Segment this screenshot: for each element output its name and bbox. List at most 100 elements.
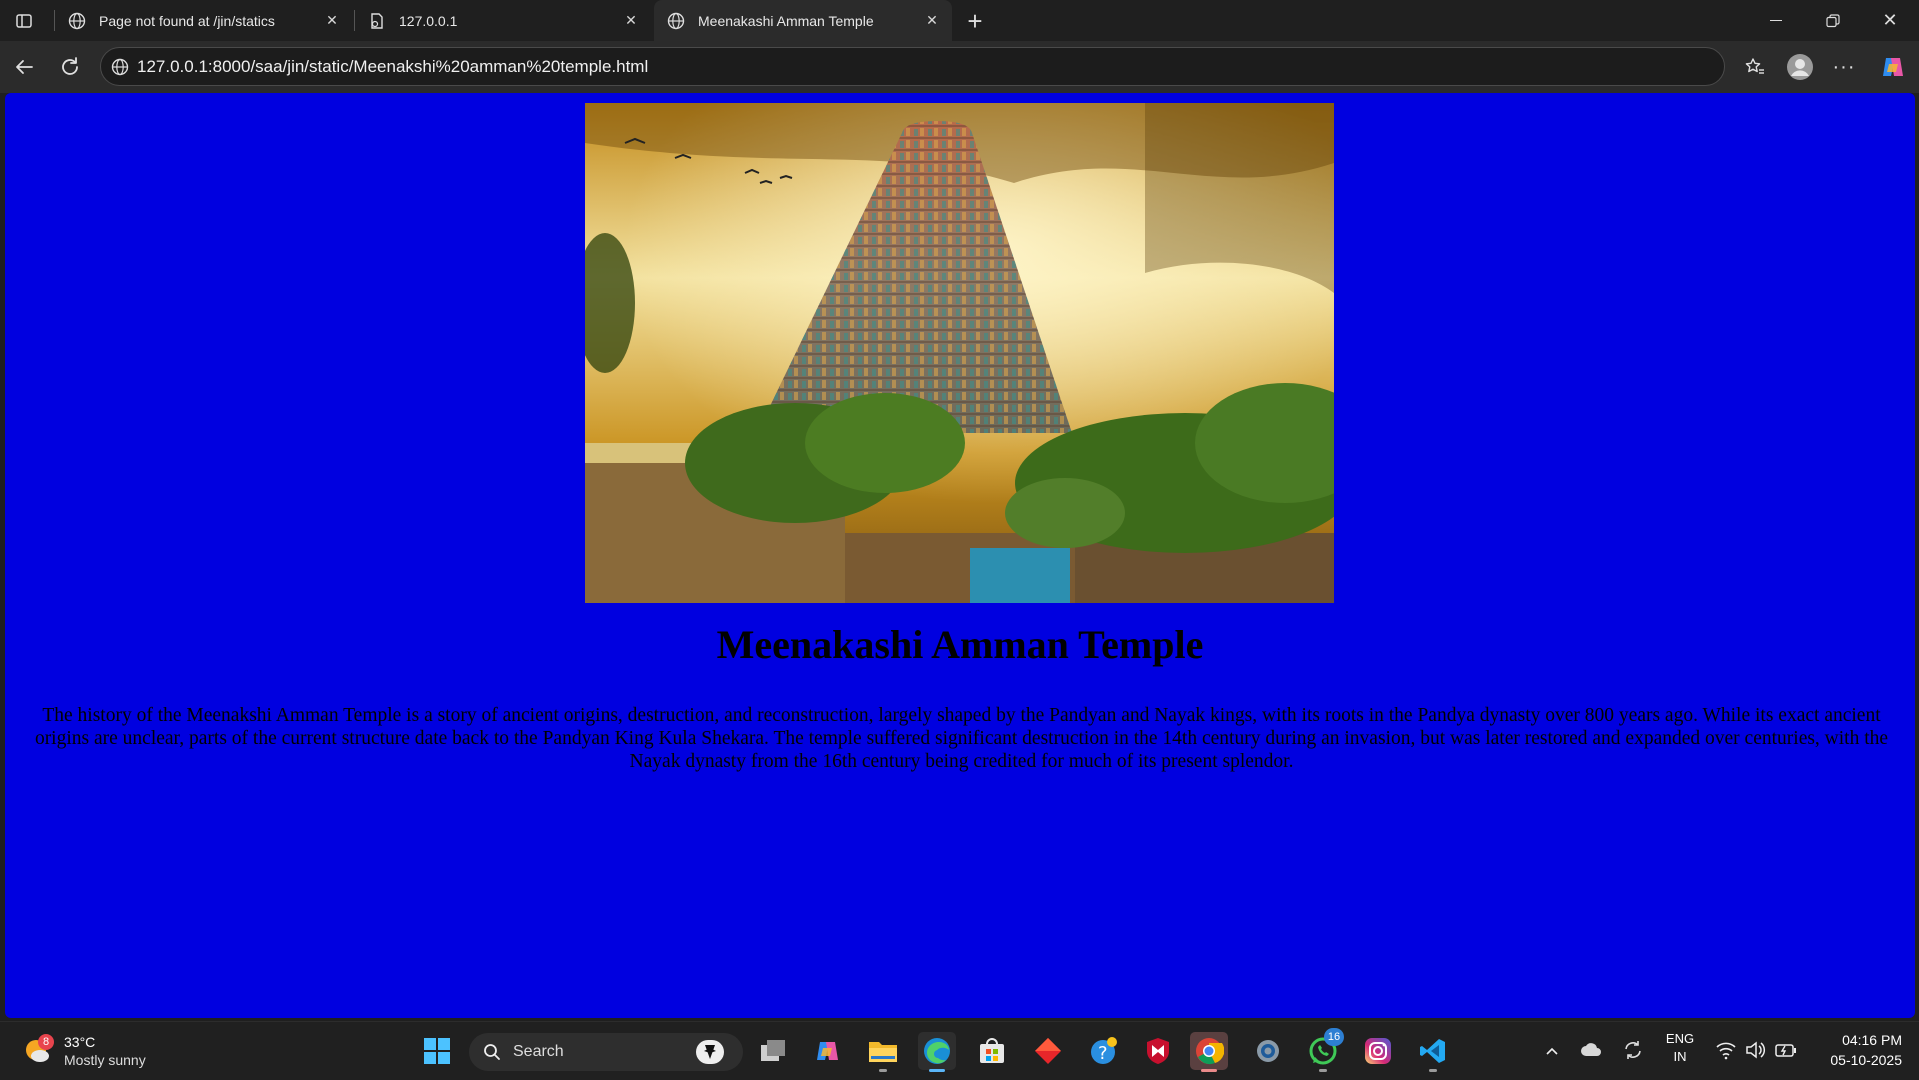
instagram-icon (1365, 1038, 1391, 1064)
copilot-app-button[interactable] (809, 1032, 847, 1070)
document-icon (367, 11, 387, 31)
globe-icon (67, 11, 87, 31)
back-arrow-icon (16, 60, 33, 74)
favorites-button[interactable] (1737, 49, 1773, 85)
close-window-button[interactable]: ✕ (1862, 0, 1918, 41)
tab-actions-icon (16, 14, 32, 28)
weather-badge: 8 (38, 1034, 54, 1050)
favorites-star-icon (1745, 58, 1764, 74)
cloud-icon (1581, 1043, 1601, 1056)
language-indicator[interactable]: ENG IN (1662, 1030, 1698, 1066)
tab-title: Meenakashi Amman Temple (698, 12, 874, 29)
language-region: IN (1673, 1049, 1687, 1064)
copilot-button[interactable] (1875, 49, 1911, 85)
running-indicator (929, 1069, 945, 1072)
new-tab-button[interactable]: + (958, 4, 992, 38)
store-icon (980, 1038, 1004, 1063)
avatar-icon (1787, 54, 1813, 80)
vscode-button[interactable] (1414, 1032, 1452, 1072)
settings-more-button[interactable]: ··· (1826, 49, 1862, 85)
close-icon[interactable]: ✕ (318, 7, 346, 35)
running-indicator (1319, 1069, 1327, 1072)
restore-button[interactable] (1805, 0, 1861, 41)
page-title: Meenakashi Amman Temple (716, 622, 1204, 667)
minimize-button[interactable] (1748, 0, 1804, 41)
weather-condition: Mostly sunny (64, 1052, 146, 1068)
back-button[interactable] (6, 49, 42, 85)
chrome-icon (1196, 1038, 1224, 1065)
tab-title: Page not found at /jin/statics (99, 12, 275, 29)
address-bar[interactable]: 127.0.0.1:8000/saa/jin/static/Meenakshi%… (100, 47, 1725, 86)
edge-button[interactable] (918, 1032, 956, 1072)
sync-tray-icon[interactable] (1622, 1039, 1644, 1066)
tab-actions-button[interactable] (8, 6, 40, 36)
search-highlight-icon (696, 1040, 724, 1064)
minimize-icon (1770, 20, 1782, 21)
plus-icon: + (967, 5, 983, 36)
file-explorer-button[interactable] (864, 1032, 902, 1072)
search-icon (484, 1044, 500, 1060)
tab-strip: Page not found at /jin/statics ✕ 127.0.0… (0, 0, 1919, 41)
clock-time: 04:16 PM (1842, 1032, 1902, 1048)
red-diamond-icon (1035, 1038, 1061, 1064)
copilot-icon (1883, 58, 1903, 76)
restore-icon (1826, 13, 1840, 27)
gear-icon (1257, 1040, 1279, 1062)
task-view-button[interactable] (754, 1032, 792, 1070)
clock-date: 05-10-2025 (1830, 1052, 1902, 1068)
store-button[interactable] (973, 1032, 1011, 1070)
get-help-button[interactable]: ? (1085, 1032, 1123, 1070)
reload-icon (62, 57, 78, 75)
show-hidden-icons-button[interactable] (1540, 1039, 1564, 1063)
whatsapp-button[interactable]: 16 (1304, 1028, 1344, 1072)
weather-temp: 33°C (64, 1034, 96, 1050)
close-icon[interactable]: ✕ (617, 7, 645, 35)
site-info-icon[interactable] (111, 58, 129, 76)
quick-settings-button[interactable] (1715, 1037, 1805, 1063)
svg-text:?: ? (1098, 1043, 1108, 1064)
running-indicator (879, 1069, 887, 1072)
running-indicator (1201, 1069, 1217, 1072)
clock[interactable]: 04:16 PM 05-10-2025 (1810, 1030, 1902, 1070)
onedrive-tray-icon[interactable] (1580, 1039, 1604, 1066)
globe-icon (666, 11, 686, 31)
edge-icon (924, 1038, 950, 1064)
profile-button[interactable] (1782, 49, 1818, 85)
folder-icon (869, 1042, 897, 1062)
weather-widget[interactable]: 8 33°C Mostly sunny (22, 1030, 172, 1072)
taskbar: 8 33°C Mostly sunny Search ? 16 ENG IN 0… (0, 1021, 1919, 1080)
close-icon: ✕ (1882, 10, 1898, 30)
running-indicator (1429, 1069, 1437, 1072)
task-view-icon (761, 1040, 785, 1061)
tab-meenakashi-temple[interactable]: Meenakashi Amman Temple ✕ (654, 0, 952, 41)
settings-app-button[interactable] (1249, 1032, 1287, 1070)
start-button[interactable] (418, 1032, 456, 1070)
taskbar-search[interactable]: Search (469, 1033, 743, 1071)
page-paragraph: The history of the Meenakshi Amman Templ… (34, 705, 1889, 772)
more-dots-icon: ··· (1832, 55, 1856, 78)
whatsapp-badge: 16 (1324, 1028, 1344, 1046)
help-icon: ? (1091, 1037, 1117, 1064)
reload-button[interactable] (52, 49, 88, 85)
page-viewport: Meenakashi Amman Temple The history of t… (5, 93, 1915, 1018)
tab-localhost[interactable]: 127.0.0.1 ✕ (355, 0, 651, 41)
app-red-diamond-button[interactable] (1029, 1032, 1067, 1070)
chrome-button[interactable] (1190, 1032, 1228, 1072)
volume-icon (1746, 1041, 1766, 1059)
sync-icon (1625, 1041, 1641, 1059)
search-label: Search (513, 1043, 564, 1060)
wifi-icon (1716, 1042, 1736, 1060)
tab-page-not-found[interactable]: Page not found at /jin/statics ✕ (55, 0, 352, 41)
battery-icon (1775, 1044, 1796, 1057)
language-code: ENG (1665, 1031, 1695, 1046)
close-icon[interactable]: ✕ (918, 7, 946, 35)
temple-image (585, 103, 1334, 603)
windows-logo-icon (424, 1038, 450, 1064)
shield-icon (1147, 1038, 1169, 1064)
tab-title: 127.0.0.1 (399, 12, 458, 29)
browser-toolbar: 127.0.0.1:8000/saa/jin/static/Meenakshi%… (0, 41, 1919, 93)
mcafee-button[interactable] (1139, 1032, 1177, 1070)
chevron-up-icon (1546, 1047, 1558, 1055)
instagram-button[interactable] (1359, 1032, 1397, 1070)
address-url[interactable]: 127.0.0.1:8000/saa/jin/static/Meenakshi%… (137, 57, 648, 77)
